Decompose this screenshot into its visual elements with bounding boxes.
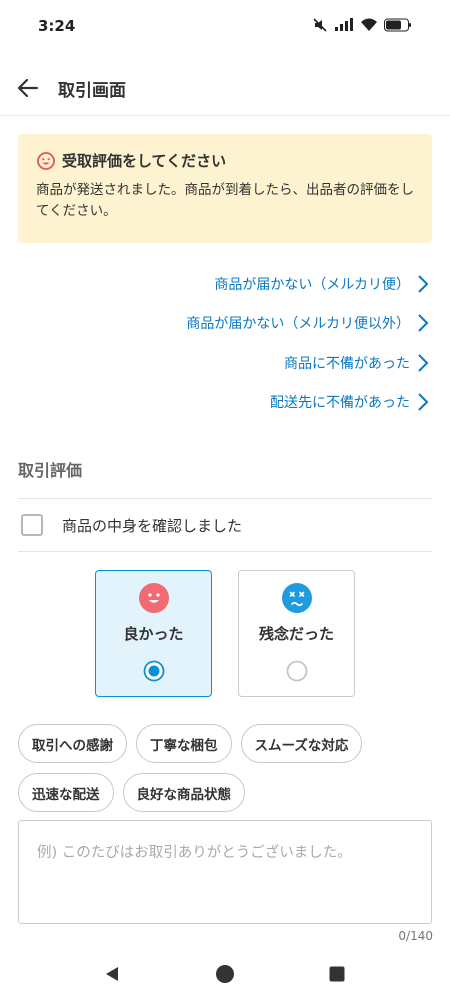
chevron-right-icon xyxy=(418,393,429,411)
tag-chip[interactable]: 迅速な配送 xyxy=(18,773,114,812)
rating-good-option[interactable]: 良かった xyxy=(95,570,212,697)
tag-chips: 取引への感謝 丁寧な梱包 スムーズな対応 迅速な配送 良好な商品状態 xyxy=(18,724,438,812)
page-title: 取引画面 xyxy=(58,81,126,101)
battery-icon xyxy=(384,18,411,32)
link-not-delivered-mercari[interactable]: 商品が届かない（メルカリ便） xyxy=(10,264,430,304)
nav-home-button[interactable] xyxy=(213,962,237,986)
rating-good-label: 良かった xyxy=(123,625,184,643)
link-address-defect[interactable]: 配送先に不備があった xyxy=(10,383,430,423)
review-notice: 受取評価をしてください 商品が発送されました。商品が到着したら、出品者の評価をし… xyxy=(18,134,432,243)
circle-home-icon xyxy=(216,965,234,983)
rating-bad-label: 残念だった xyxy=(258,625,334,643)
chevron-right-icon xyxy=(418,314,429,332)
square-recents-icon xyxy=(329,966,345,982)
notice-body: 商品が発送されました。商品が到着したら、出品者の評価をしてください。 xyxy=(36,182,414,219)
app-bar: 取引画面 xyxy=(0,60,450,116)
smile-face-icon xyxy=(37,151,55,170)
radio-selected[interactable] xyxy=(143,660,165,682)
divider xyxy=(18,551,432,552)
confirm-label: 商品の中身を確認しました xyxy=(62,516,243,535)
system-nav-bar xyxy=(0,950,450,999)
wifi-icon xyxy=(361,18,377,31)
nav-back-button[interactable] xyxy=(100,962,124,986)
rating-bad-option[interactable]: 残念だった xyxy=(238,570,355,697)
status-bar: 3:24 xyxy=(0,0,450,52)
problem-links: 商品が届かない（メルカリ便） 商品が届かない（メルカリ便以外） 商品に不備があっ… xyxy=(10,264,430,422)
character-counter: 0/140 xyxy=(398,929,433,943)
mute-icon xyxy=(313,18,327,32)
sad-face-icon xyxy=(281,583,312,613)
confirm-contents-checkbox[interactable]: 商品の中身を確認しました xyxy=(18,499,432,551)
tag-chip[interactable]: 良好な商品状態 xyxy=(122,773,245,812)
radio-unselected[interactable] xyxy=(286,660,308,682)
link-not-delivered-other[interactable]: 商品が届かない（メルカリ便以外） xyxy=(10,304,430,344)
nav-recents-button[interactable] xyxy=(325,962,349,986)
tag-chip[interactable]: 取引への感謝 xyxy=(18,724,127,763)
status-time: 3:24 xyxy=(38,17,76,35)
link-item-defect[interactable]: 商品に不備があった xyxy=(10,343,430,383)
triangle-back-icon xyxy=(106,967,118,981)
notice-title: 受取評価をしてください xyxy=(62,152,227,170)
arrow-left-icon xyxy=(17,78,39,98)
tag-chip[interactable]: 丁寧な梱包 xyxy=(136,724,232,763)
status-icons xyxy=(312,17,412,33)
tag-chip[interactable]: スムーズな対応 xyxy=(240,724,363,763)
signal-icon xyxy=(335,18,353,31)
comment-input[interactable] xyxy=(18,820,432,924)
smile-face-icon xyxy=(138,583,169,613)
chevron-right-icon xyxy=(418,354,429,372)
back-button[interactable] xyxy=(14,74,42,102)
chevron-right-icon xyxy=(418,275,429,293)
checkbox[interactable] xyxy=(21,514,43,536)
section-title: 取引評価 xyxy=(18,461,83,480)
